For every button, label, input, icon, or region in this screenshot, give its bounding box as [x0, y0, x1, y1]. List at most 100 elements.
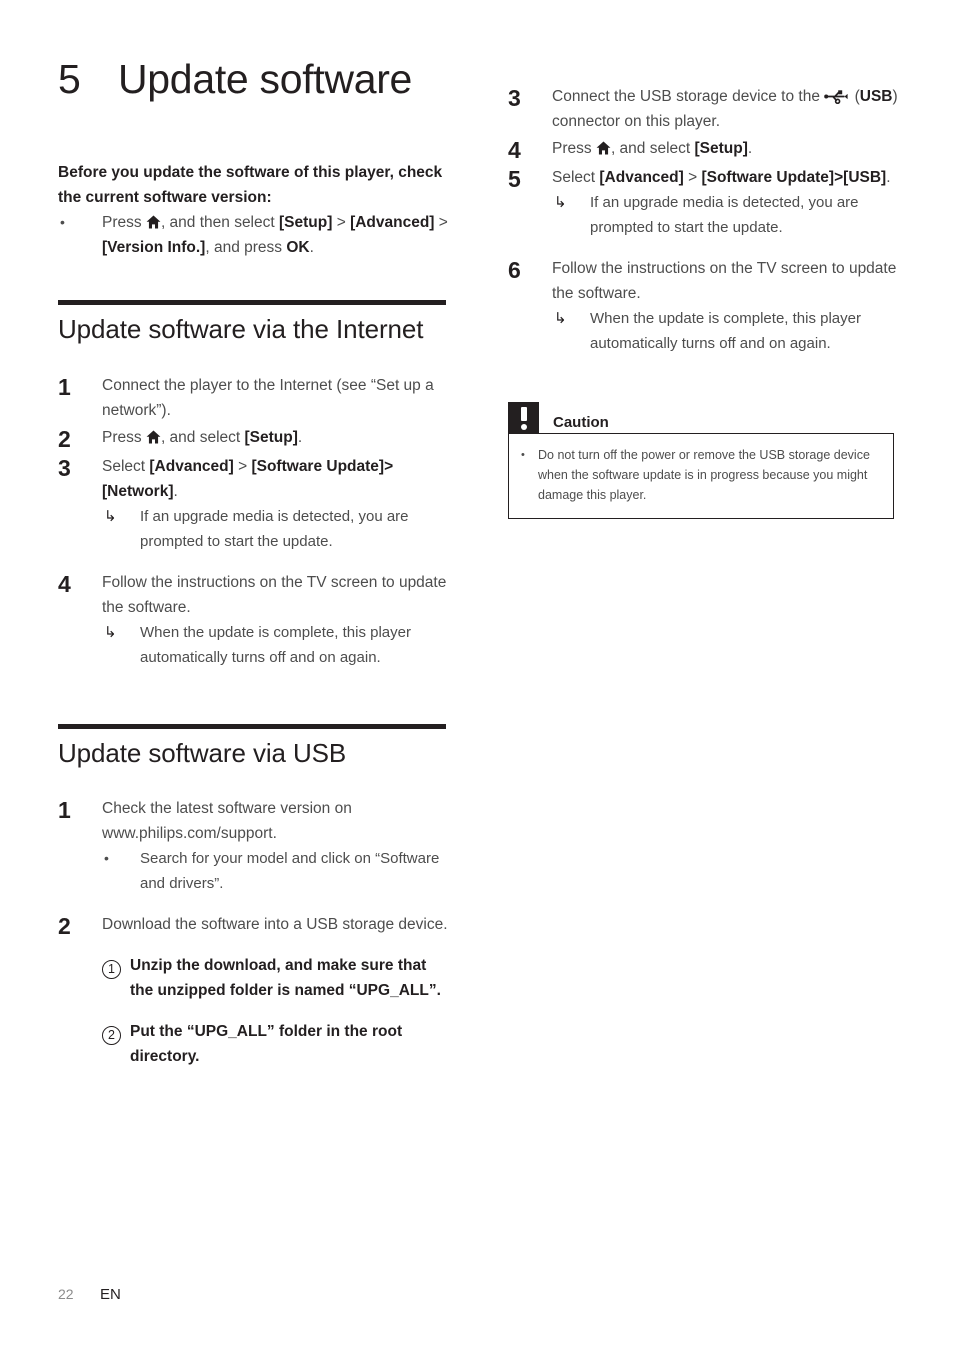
- text-segment: Press: [552, 140, 596, 157]
- caution-label: Caution: [553, 414, 609, 431]
- text-segment: >: [683, 169, 702, 186]
- text-segment: Select: [102, 457, 150, 475]
- text-segment: >: [434, 214, 448, 231]
- footer-language: EN: [100, 1286, 121, 1303]
- ui-token: [Software Update]: [701, 169, 835, 186]
- home-icon: [596, 138, 611, 155]
- exclamation-bar: [520, 407, 527, 421]
- caution-item-text: Do not turn off the power or remove the …: [538, 448, 870, 502]
- text-segment: >: [834, 169, 844, 186]
- text-segment: Select: [552, 169, 600, 186]
- step-text: Download the software into a USB storage…: [102, 912, 450, 1069]
- right-column: 3 Connect the USB storage device to the …: [508, 82, 900, 519]
- intro-paragraph: Before you update the software of this p…: [58, 164, 443, 206]
- circled-item-text: Unzip the download, and make sure that t…: [130, 957, 441, 1000]
- step-text: Follow the instructions on the TV screen…: [552, 256, 900, 356]
- step-text: Connect the USB storage device to the (U…: [552, 84, 900, 134]
- step-item: 6 Follow the instructions on the TV scre…: [508, 256, 900, 356]
- step-item: 3 Connect the USB storage device to the …: [508, 84, 900, 134]
- text-segment: , and select: [160, 428, 245, 446]
- sub-bullet-text: Search for your model and click on “Soft…: [140, 850, 440, 893]
- step-number: 3: [58, 454, 71, 481]
- ui-token: OK: [286, 239, 310, 256]
- circled-item-text: Put the “UPG_ALL” folder in the root dir…: [130, 1023, 403, 1066]
- step-text: Press , and select [Setup].: [102, 425, 450, 450]
- home-icon: [146, 212, 161, 229]
- step-text: Select [Advanced] > [Software Update]>[U…: [552, 165, 900, 240]
- arrow-icon: ↳: [554, 310, 567, 327]
- ui-token: [Setup]: [244, 428, 298, 446]
- bullet-dot: •: [104, 850, 109, 867]
- usb-icon: [824, 87, 850, 105]
- text-segment: >: [332, 214, 351, 231]
- intro-bullet-text: Press , and then select [Setup] > [Advan…: [102, 210, 450, 260]
- page-footer: 22 EN: [58, 1286, 121, 1303]
- text-segment: (: [850, 88, 860, 105]
- ui-token: [Setup]: [694, 140, 748, 157]
- ui-token: USB: [859, 88, 893, 105]
- step-item: 2 Press , and select [Setup].: [58, 425, 450, 452]
- ui-token: [Network]: [102, 482, 174, 500]
- text-segment: .: [297, 428, 303, 446]
- home-icon: [146, 427, 161, 444]
- step-number: 2: [58, 425, 71, 452]
- step-item: 4 Press , and select [Setup].: [508, 136, 900, 163]
- text-segment: Follow the instructions on the TV screen…: [552, 260, 897, 302]
- step-number: 1: [58, 797, 71, 824]
- sub-bullet-item: ↳ If an upgrade media is detected, you a…: [552, 190, 900, 240]
- sub-bullet-text: If an upgrade media is detected, you are…: [590, 194, 859, 236]
- chapter-title-text: Update software: [118, 56, 413, 102]
- text-segment: Connect the USB storage device to the: [552, 88, 825, 105]
- page-title: 5 Update software: [58, 56, 518, 102]
- caution-body: • Do not turn off the power or remove th…: [508, 433, 894, 519]
- text-segment: Download the software into a USB storage…: [102, 916, 448, 934]
- step-number: 5: [508, 166, 521, 192]
- step-text: Follow the instructions on the TV screen…: [102, 570, 450, 670]
- ui-token: [Advanced]: [350, 214, 435, 231]
- ui-token: [Software Update]: [251, 457, 385, 475]
- section-heading-internet: Update software via the Internet: [58, 314, 424, 344]
- caution-box: Caution • Do not turn off the power or r…: [508, 402, 894, 519]
- text-segment: .: [747, 140, 753, 157]
- ui-token: [USB]: [843, 169, 887, 186]
- footer-page-number: 22: [58, 1286, 74, 1302]
- circled-number: 1: [102, 953, 130, 980]
- arrow-icon: ↳: [104, 623, 117, 641]
- step-item: 2 Download the software into a USB stora…: [58, 912, 450, 1069]
- text-segment: Press: [102, 428, 146, 446]
- step-number: 2: [58, 913, 71, 940]
- caution-list-item: • Do not turn off the power or remove th…: [521, 445, 879, 505]
- step-text: Select [Advanced] > [Software Update]> [N…: [102, 454, 450, 554]
- step-item: 1 Check the latest software version on w…: [58, 796, 450, 896]
- step-number: 1: [58, 373, 71, 400]
- ui-token: [Setup]: [279, 214, 333, 231]
- left-column: Before you update the software of this p…: [58, 160, 450, 1069]
- arrow-icon: ↳: [554, 194, 567, 211]
- ui-token: [Advanced]: [599, 169, 684, 186]
- sub-bullet-item: ↳ When the update is complete, this play…: [102, 620, 450, 670]
- manual-page: 5 Update software Before you update the s…: [0, 0, 954, 1350]
- caution-header: Caution: [508, 402, 894, 434]
- text-segment: .: [309, 239, 314, 256]
- step-item: 3 Select [Advanced] > [Software Update]>…: [58, 454, 450, 554]
- step-number: 3: [508, 85, 521, 111]
- step-item: 1 Connect the player to the Internet (se…: [58, 373, 450, 423]
- text-segment: Press: [102, 214, 146, 231]
- exclamation-dot: [520, 424, 527, 430]
- sub-bullet-text: When the update is complete, this player…: [590, 310, 861, 352]
- step-text: Press , and select [Setup].: [552, 136, 900, 161]
- chapter-number: 5: [58, 56, 81, 102]
- step-number: 4: [508, 137, 521, 163]
- circle-glyph: 1: [102, 960, 121, 980]
- text-segment: , and then select: [160, 214, 279, 231]
- circled-list-item: 1 Unzip the download, and make sure that…: [102, 953, 450, 1003]
- text-segment: Follow the instructions on the TV screen…: [102, 573, 447, 616]
- circled-list-item: 2 Put the “UPG_ALL” folder in the root d…: [102, 1019, 450, 1069]
